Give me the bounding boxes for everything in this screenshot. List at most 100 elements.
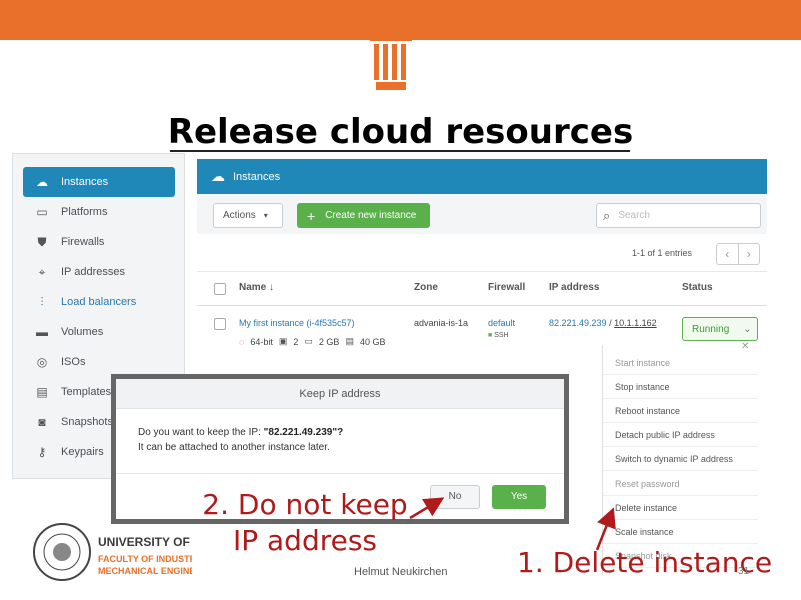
dialog-question-prefix: Do you want to keep the IP: — [138, 427, 264, 438]
ram-icon: ▭ — [304, 336, 313, 346]
shield-icon: ⛊ — [37, 234, 47, 249]
no-button[interactable]: No — [430, 485, 480, 509]
location-pin-icon: ⌖ — [38, 264, 46, 279]
sidebar-item-label: Snapshots — [61, 416, 113, 428]
menu-item-switch-dynamic-ip[interactable]: Switch to dynamic IP address — [603, 447, 758, 471]
instance-specs: ◌ 64-bit ▣ 2 ▭ 2 GB ▤ 40 GB — [239, 336, 385, 347]
cpu-icon: ▣ — [278, 336, 288, 346]
sidebar-item-platforms[interactable]: ▭ Platforms — [23, 197, 175, 227]
sidebar-item-label: Instances — [61, 176, 109, 188]
instance-ip-cell: 82.221.49.239 / 10.1.1.162 — [549, 318, 657, 328]
camera-icon: ◙ — [38, 415, 46, 429]
private-ip: 10.1.1.162 — [614, 318, 657, 328]
menu-item-scale-instance[interactable]: Scale instance — [603, 520, 758, 544]
divider — [197, 271, 767, 272]
sidebar-item-firewalls[interactable]: ⛊ Firewalls — [23, 227, 175, 257]
spec-cpu: 2 — [293, 336, 299, 347]
chevron-down-icon: ⌄ — [743, 323, 752, 335]
university-wordmark: UNIVERSITY OF FACULTY OF INDUSTR MECHANI… — [98, 535, 192, 580]
menu-item-detach-ip[interactable]: Detach public IP address — [603, 423, 758, 447]
key-icon: ⚷ — [37, 445, 47, 459]
cloud-icon: ☁ — [36, 175, 48, 189]
sidebar-item-instances[interactable]: ☁ Instances — [23, 167, 175, 197]
divider — [197, 305, 767, 306]
spec-arch: 64-bit — [250, 336, 273, 347]
dialog-hint: It can be attached to another instance l… — [138, 442, 330, 453]
faculty-line-2: MECHANICAL ENGINE — [98, 566, 192, 576]
firewall-tag: ■ SSH — [488, 332, 509, 339]
ip-separator: / — [609, 318, 612, 328]
university-seal-icon — [33, 523, 91, 581]
panel-header: ☁ Instances — [197, 159, 767, 194]
sidebar-item-isos[interactable]: ◎ ISOs — [23, 347, 175, 377]
slide-author: Helmut Neukirchen — [354, 566, 448, 578]
disc-icon: ◎ — [36, 355, 48, 369]
sidebar-item-label: IP addresses — [61, 266, 126, 278]
instance-firewall-link[interactable]: default — [488, 318, 515, 328]
instance-actions-menu: ✕ Start instance Stop instance Reboot in… — [602, 341, 758, 575]
sidebar-item-label: ISOs — [61, 356, 86, 368]
disk-icon: ▤ — [345, 336, 354, 346]
annotation-step-1: 1. Delete instance — [517, 546, 773, 579]
chevron-down-icon: ▾ — [263, 211, 268, 220]
sidebar-item-volumes[interactable]: ▬ Volumes — [23, 317, 175, 347]
pagination-buttons: ‹ › — [716, 243, 760, 265]
sidebar-item-ip-addresses[interactable]: ⌖ IP addresses — [23, 257, 175, 287]
pagination-info: 1-1 of 1 entries — [632, 248, 693, 258]
sidebar-item-label: Load balancers — [61, 296, 137, 308]
status-label: Running — [692, 323, 730, 335]
template-icon: ▤ — [36, 385, 48, 399]
slide-title: Release cloud resources — [167, 112, 634, 152]
instance-name-link[interactable]: My first instance (i-4f535c57) — [239, 318, 355, 328]
row-checkbox[interactable] — [214, 318, 226, 330]
spec-ram: 2 GB — [318, 336, 340, 347]
university-name: UNIVERSITY OF — [98, 535, 190, 549]
menu-item-stop-instance[interactable]: Stop instance — [603, 375, 758, 399]
panel-title: Instances — [233, 170, 281, 183]
actions-label: Actions — [223, 210, 256, 221]
spec-disk: 40 GB — [359, 336, 386, 347]
column-header-status[interactable]: Status — [682, 282, 713, 293]
menu-item-reset-password[interactable]: Reset password — [603, 472, 758, 496]
menu-item-delete-instance[interactable]: Delete instance — [603, 496, 758, 520]
annotation-step-2: 2. Do not keep IP address — [202, 488, 408, 557]
search-input[interactable]: ⌕ Search — [596, 203, 761, 228]
toolbar: Actions ▾ + Create new instance ⌕ Search — [197, 194, 767, 234]
sidebar-item-label: Templates — [61, 386, 112, 398]
search-icon: ⌕ — [603, 207, 611, 223]
sidebar-item-label: Keypairs — [61, 446, 104, 458]
divider — [116, 473, 564, 474]
column-header-firewall[interactable]: Firewall — [488, 282, 525, 293]
sidebar-item-label: Volumes — [61, 326, 104, 338]
actions-button[interactable]: Actions ▾ — [213, 203, 283, 228]
sidebar-item-label: Platforms — [61, 206, 108, 218]
yes-button[interactable]: Yes — [492, 485, 546, 509]
status-dropdown-button[interactable]: Running ⌄ — [682, 317, 758, 341]
select-all-checkbox[interactable] — [214, 283, 226, 295]
menu-item-start-instance[interactable]: Start instance — [603, 351, 758, 375]
dialog-title: Keep IP address — [116, 379, 564, 409]
search-placeholder: Search — [618, 210, 650, 221]
title-underline — [170, 150, 630, 152]
column-header-name[interactable]: Name ↓ — [239, 282, 274, 293]
create-instance-button[interactable]: + Create new instance — [297, 203, 430, 228]
next-page-icon[interactable]: › — [739, 244, 760, 264]
university-logo-icon — [362, 26, 420, 90]
faculty-line-1: FACULTY OF INDUSTR — [98, 554, 192, 564]
menu-item-reboot-instance[interactable]: Reboot instance — [603, 399, 758, 423]
prev-page-icon[interactable]: ‹ — [717, 244, 739, 264]
create-label: Create new instance — [325, 210, 417, 221]
dialog-question: Do you want to keep the IP: "82.221.49.2… — [138, 427, 343, 438]
public-ip: 82.221.49.239 — [549, 318, 607, 328]
dialog-ip: "82.221.49.239"? — [263, 427, 344, 438]
column-header-ip[interactable]: IP address — [549, 282, 599, 293]
column-header-zone[interactable]: Zone — [414, 282, 438, 293]
green-dot-icon: ■ — [488, 332, 493, 339]
cloud-icon: ☁ — [211, 168, 225, 184]
platform-icon: ▭ — [36, 205, 48, 219]
plus-icon: + — [307, 207, 316, 224]
sidebar-item-label: Firewalls — [61, 236, 105, 248]
sliders-icon: ⫶ — [40, 294, 44, 309]
drive-icon: ▬ — [36, 325, 48, 339]
sidebar-item-load-balancers[interactable]: ⫶ Load balancers — [23, 287, 175, 317]
